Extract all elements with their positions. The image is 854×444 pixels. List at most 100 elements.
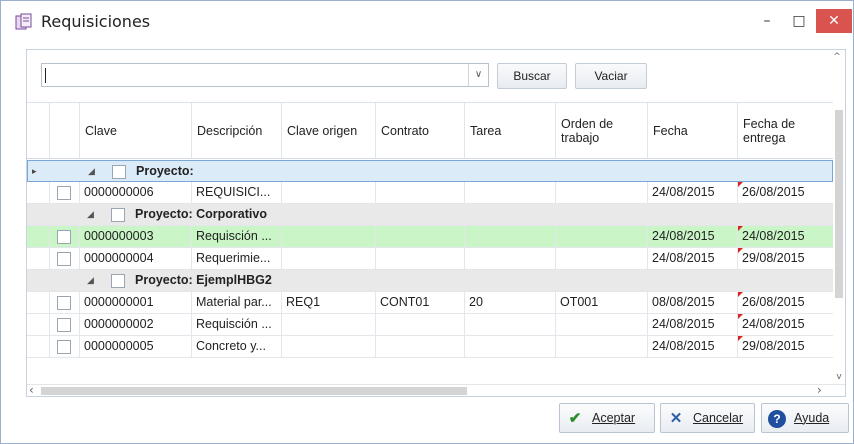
maximize-button[interactable]: □: [785, 9, 813, 33]
cell-clave_origen[interactable]: [281, 182, 375, 203]
row-indicator-icon: ▸: [32, 166, 37, 176]
cell-clave[interactable]: 0000000004: [79, 248, 191, 269]
group-checkbox[interactable]: [111, 208, 125, 222]
group-row[interactable]: ◢ Proyecto: Corporativo: [27, 204, 833, 226]
search-bar: ∨ Buscar Vaciar ^: [27, 50, 845, 102]
table-row[interactable]: 0000000001 Material par... REQ1 CONT01 20 OT0…: [27, 292, 833, 314]
buscar-button[interactable]: Buscar: [497, 63, 567, 89]
horizontal-scroll-thumb[interactable]: [41, 387, 467, 395]
cell-descripcion[interactable]: Concreto y...: [191, 336, 281, 357]
cell-tarea[interactable]: [464, 182, 555, 203]
scroll-right-icon[interactable]: ›: [817, 383, 822, 397]
column-header-descripcion[interactable]: Descripción: [191, 103, 281, 159]
cell-contrato[interactable]: [375, 248, 464, 269]
minimize-button[interactable]: –: [753, 9, 781, 33]
cell-entrega[interactable]: 26/08/2015: [737, 182, 833, 203]
grid-header: Clave Descripción Clave origen Contrato Tare…: [27, 103, 833, 159]
cell-descripcion[interactable]: REQUISICI...: [191, 182, 281, 203]
cell-clave[interactable]: 0000000005: [79, 336, 191, 357]
cell-tarea[interactable]: [464, 314, 555, 335]
column-header-entrega[interactable]: Fecha de entrega: [737, 103, 833, 159]
scroll-up-icon[interactable]: ^: [831, 52, 843, 66]
checkbox-cell: [49, 182, 79, 203]
collapse-icon[interactable]: ◢: [87, 204, 94, 225]
group-label: Proyecto:: [136, 164, 194, 178]
cell-fecha[interactable]: 24/08/2015: [647, 248, 737, 269]
vertical-scrollbar[interactable]: v: [833, 102, 845, 384]
cell-fecha[interactable]: 24/08/2015: [647, 314, 737, 335]
cell-contrato[interactable]: [375, 182, 464, 203]
cell-clave[interactable]: 0000000003: [79, 226, 191, 247]
cell-orden[interactable]: [555, 226, 647, 247]
search-combo[interactable]: ∨: [41, 63, 489, 87]
cell-clave[interactable]: 0000000001: [79, 292, 191, 313]
cell-contrato[interactable]: [375, 226, 464, 247]
cell-fecha[interactable]: 24/08/2015: [647, 182, 737, 203]
column-header-orden[interactable]: Orden de trabajo: [555, 103, 647, 159]
group-checkbox[interactable]: [111, 274, 125, 288]
cell-orden[interactable]: [555, 336, 647, 357]
cell-clave_origen[interactable]: [281, 314, 375, 335]
group-checkbox[interactable]: [112, 165, 126, 179]
cell-descripcion[interactable]: Requerimie...: [191, 248, 281, 269]
cell-fecha[interactable]: 24/08/2015: [647, 336, 737, 357]
table-row[interactable]: 0000000003 Requisción ... 24/08/2015 24/08/…: [27, 226, 833, 248]
cell-clave_origen[interactable]: [281, 226, 375, 247]
vertical-scroll-thumb[interactable]: [835, 110, 843, 298]
table-row[interactable]: 0000000004 Requerimie... 24/08/2015 29/08/2…: [27, 248, 833, 270]
cell-entrega[interactable]: 26/08/2015: [737, 292, 833, 313]
collapse-icon[interactable]: ◢: [87, 270, 94, 291]
cell-orden[interactable]: [555, 314, 647, 335]
column-header-clave[interactable]: Clave: [79, 103, 191, 159]
cell-contrato[interactable]: [375, 336, 464, 357]
cell-tarea[interactable]: [464, 226, 555, 247]
cell-clave[interactable]: 0000000002: [79, 314, 191, 335]
scroll-down-icon[interactable]: v: [833, 372, 845, 382]
cell-orden[interactable]: OT001: [555, 292, 647, 313]
collapse-icon[interactable]: ◢: [88, 161, 95, 182]
group-row[interactable]: ▸ ◢ Proyecto:: [27, 160, 833, 182]
close-button[interactable]: ✕: [816, 9, 852, 33]
cell-clave[interactable]: 0000000006: [79, 182, 191, 203]
cell-fecha[interactable]: 08/08/2015: [647, 292, 737, 313]
red-corner-marker: [738, 248, 743, 253]
cell-clave_origen[interactable]: [281, 336, 375, 357]
group-label: Proyecto: Corporativo: [135, 207, 267, 221]
cell-orden[interactable]: [555, 248, 647, 269]
checkbox-cell: [49, 292, 79, 313]
column-header-clave_origen[interactable]: Clave origen: [281, 103, 375, 159]
horizontal-scrollbar[interactable]: ‹ ›: [27, 383, 845, 397]
aceptar-button[interactable]: ✔ Aceptar: [559, 403, 655, 433]
group-row[interactable]: ◢ Proyecto: EjemplHBG2: [27, 270, 833, 292]
cell-descripcion[interactable]: Requisción ...: [191, 314, 281, 335]
cell-clave_origen[interactable]: [281, 248, 375, 269]
cell-descripcion[interactable]: Requisción ...: [191, 226, 281, 247]
cell-tarea[interactable]: 20: [464, 292, 555, 313]
cell-entrega[interactable]: 29/08/2015: [737, 248, 833, 269]
cell-tarea[interactable]: [464, 248, 555, 269]
scroll-left-icon[interactable]: ‹: [29, 383, 34, 397]
column-header-tarea[interactable]: Tarea: [464, 103, 555, 159]
cell-descripcion[interactable]: Material par...: [191, 292, 281, 313]
table-row[interactable]: 0000000005 Concreto y... 24/08/2015 29/08/2…: [27, 336, 833, 358]
cancelar-button[interactable]: ✕ Cancelar: [660, 403, 755, 433]
cell-entrega[interactable]: 29/08/2015: [737, 336, 833, 357]
cell-fecha[interactable]: 24/08/2015: [647, 226, 737, 247]
table-row[interactable]: 0000000002 Requisción ... 24/08/2015 24/08/…: [27, 314, 833, 336]
cell-tarea[interactable]: [464, 336, 555, 357]
column-header-fecha[interactable]: Fecha: [647, 103, 737, 159]
checkbox-cell: [49, 226, 79, 247]
cell-entrega[interactable]: 24/08/2015: [737, 314, 833, 335]
requisiciones-window: Requisiciones – □ ✕ ∨ Buscar Vaciar ^ Cl…: [0, 0, 854, 444]
cell-orden[interactable]: [555, 182, 647, 203]
column-header-contrato[interactable]: Contrato: [375, 103, 464, 159]
chevron-down-icon[interactable]: ∨: [468, 64, 488, 86]
vaciar-button[interactable]: Vaciar: [575, 63, 647, 89]
cell-entrega[interactable]: 24/08/2015: [737, 226, 833, 247]
cell-clave_origen[interactable]: REQ1: [281, 292, 375, 313]
cell-contrato[interactable]: CONT01: [375, 292, 464, 313]
cell-contrato[interactable]: [375, 314, 464, 335]
red-corner-marker: [738, 336, 743, 341]
table-row[interactable]: 0000000006 REQUISICI... 24/08/2015 26/08/20…: [27, 182, 833, 204]
ayuda-button[interactable]: ? Ayuda: [761, 403, 849, 433]
